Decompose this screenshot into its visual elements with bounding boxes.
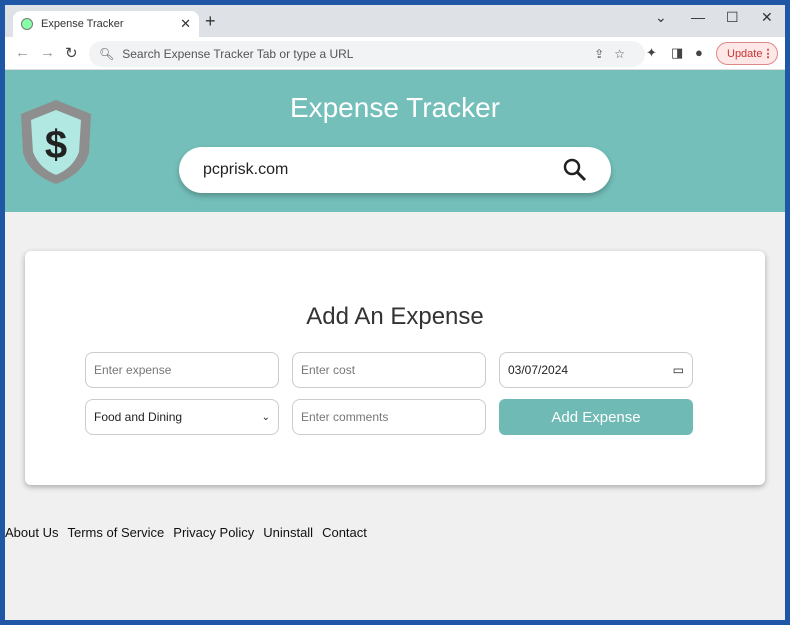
update-button[interactable]: Update ⋮ [716, 42, 778, 65]
add-expense-card: Add An Expense Enter expense Enter cost … [25, 251, 765, 485]
footer-link-contact[interactable]: Contact [322, 525, 367, 540]
toolbar: ← → ↻ 🔍︎ Search Expense Tracker Tab or t… [5, 37, 785, 70]
update-label: Update [727, 47, 763, 60]
comments-input[interactable]: Enter comments [292, 399, 486, 435]
share-icon[interactable]: ⇪ [594, 47, 614, 61]
footer-link-terms[interactable]: Terms of Service [67, 525, 164, 540]
date-value: 03/07/2024 [508, 363, 569, 377]
maximize-icon[interactable]: ☐ [726, 9, 739, 26]
page-title: Expense Tracker [289, 92, 501, 123]
forward-icon[interactable]: → [40, 44, 55, 61]
footer-link-about[interactable]: About Us [5, 525, 58, 540]
calendar-icon[interactable]: ▭ [673, 363, 684, 377]
browser-window: Expense Tracker ✕ + ⌄ — ☐ ✕ ← → ↻ 🔍︎ Sea… [5, 5, 785, 620]
date-input[interactable]: 03/07/2024 ▭ [499, 352, 693, 388]
search-bar[interactable]: pcprisk.com [179, 147, 611, 193]
menu-icon[interactable]: ⋮ [762, 47, 773, 60]
form-title: Add An Expense [306, 303, 484, 330]
close-tab-icon[interactable]: ✕ [180, 16, 191, 32]
close-window-icon[interactable]: ✕ [761, 9, 773, 26]
expense-input[interactable]: Enter expense [85, 352, 279, 388]
search-input[interactable]: pcprisk.com [203, 161, 288, 179]
footer: About Us Terms of Service Privacy Policy… [5, 525, 367, 540]
cost-input[interactable]: Enter cost [292, 352, 486, 388]
star-icon[interactable]: ☆ [614, 47, 635, 61]
search-icon: 🔍︎ [99, 47, 115, 61]
shield-favicon-icon [21, 18, 33, 30]
side-panel-icon[interactable]: ◨ [671, 45, 683, 61]
chevron-down-icon: ⌄ [261, 411, 270, 423]
add-expense-button[interactable]: Add Expense [499, 399, 693, 435]
extensions-icon[interactable]: ✦ [646, 45, 657, 61]
profile-icon[interactable]: ● [695, 45, 703, 60]
category-value: Food and Dining [94, 410, 183, 424]
tab-expense-tracker[interactable]: Expense Tracker ✕ [13, 11, 199, 37]
footer-link-privacy[interactable]: Privacy Policy [173, 525, 254, 540]
footer-link-uninstall[interactable]: Uninstall [263, 525, 313, 540]
address-bar[interactable]: 🔍︎ Search Expense Tracker Tab or type a … [89, 41, 645, 67]
header: $ Expense Tracker pcprisk.com [5, 70, 785, 212]
search-icon[interactable] [563, 158, 587, 182]
minimize-icon[interactable]: — [691, 9, 705, 25]
category-select[interactable]: Food and Dining ⌄ [85, 399, 279, 435]
tab-search-chevron-icon[interactable]: ⌄ [655, 9, 667, 26]
svg-text:$: $ [45, 123, 67, 167]
tab-title: Expense Tracker [41, 18, 124, 30]
back-icon[interactable]: ← [15, 44, 30, 61]
tab-bar: Expense Tracker ✕ + ⌄ — ☐ ✕ [5, 5, 785, 37]
reload-icon[interactable]: ↻ [65, 44, 78, 62]
new-tab-icon[interactable]: + [205, 11, 216, 32]
omnibox-placeholder: Search Expense Tracker Tab or type a URL [122, 47, 354, 61]
